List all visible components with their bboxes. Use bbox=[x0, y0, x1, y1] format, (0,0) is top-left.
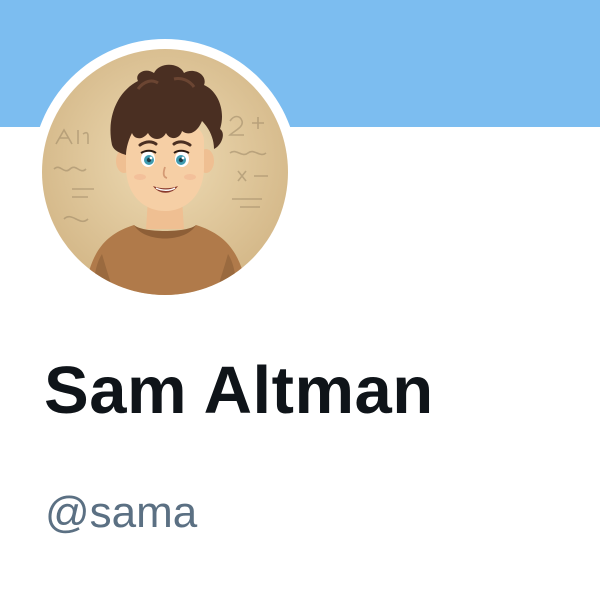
profile-display-name: Sam Altman bbox=[44, 353, 434, 428]
anime-boy-avatar-icon bbox=[42, 49, 288, 295]
profile-card: Sam Altman @sama bbox=[0, 0, 600, 600]
profile-handle: @sama bbox=[45, 488, 198, 537]
avatar[interactable] bbox=[42, 49, 288, 295]
